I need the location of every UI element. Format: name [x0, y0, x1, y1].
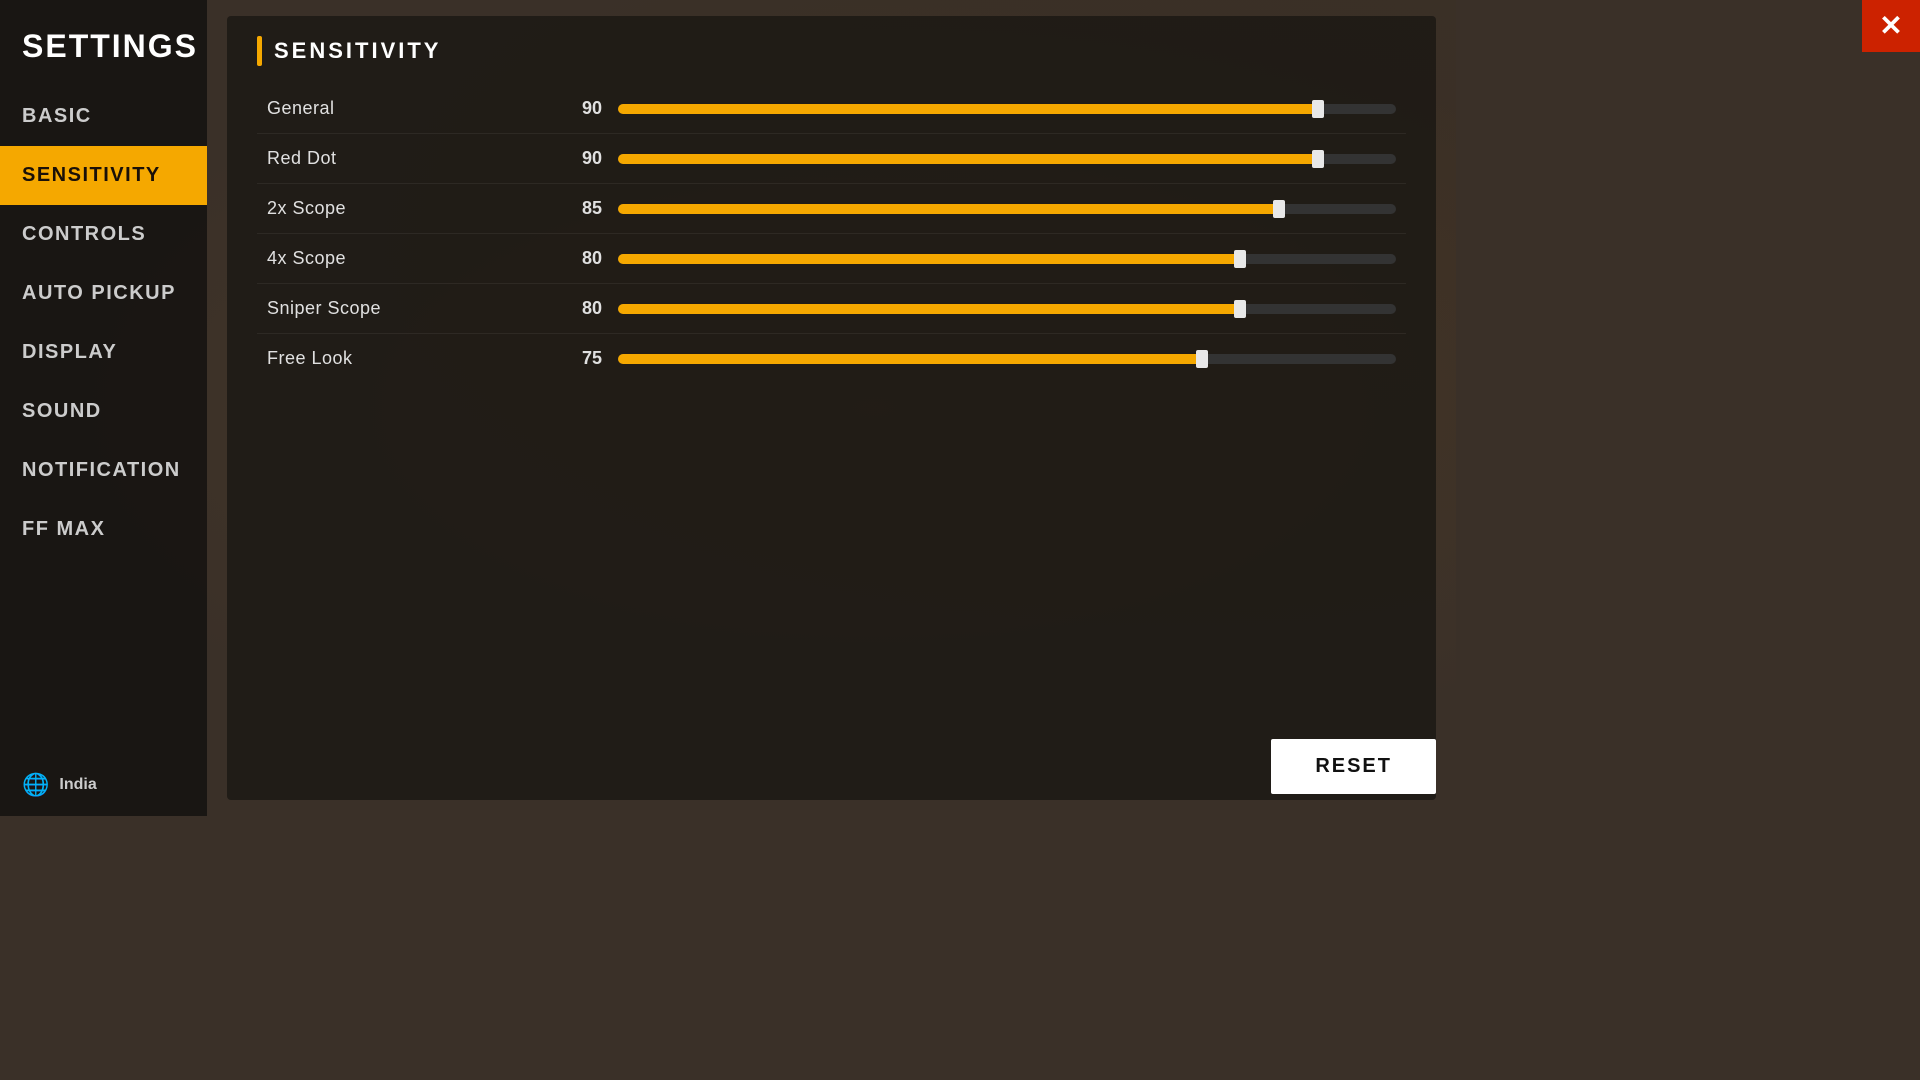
settings-title: SETTINGS: [0, 10, 207, 87]
slider-row: Red Dot 90: [257, 134, 1406, 184]
panel-header: SENSITIVITY: [257, 36, 1406, 66]
slider-track-0[interactable]: [618, 104, 1396, 114]
sidebar: SETTINGS BASICSENSITIVITYCONTROLSAUTO PI…: [0, 0, 207, 816]
sidebar-footer: 🌐 India: [0, 754, 207, 816]
slider-track-5[interactable]: [618, 354, 1396, 364]
sidebar-item-sensitivity[interactable]: SENSITIVITY: [0, 146, 207, 205]
slider-track-2[interactable]: [618, 204, 1396, 214]
sidebar-item-display[interactable]: DISPLAY: [0, 323, 207, 382]
slider-row: 4x Scope 80: [257, 234, 1406, 284]
sidebar-item-sound[interactable]: SOUND: [0, 382, 207, 441]
sidebar-item-notification[interactable]: NOTIFICATION: [0, 441, 207, 500]
sidebar-nav: BASICSENSITIVITYCONTROLSAUTO PICKUPDISPL…: [0, 87, 207, 754]
slider-fill-4: [618, 304, 1240, 314]
sidebar-item-basic[interactable]: BASIC: [0, 87, 207, 146]
app-container: SETTINGS BASICSENSITIVITYCONTROLSAUTO PI…: [0, 0, 1456, 816]
settings-panel: SENSITIVITY General 90 Red Dot 90 2x Sco…: [227, 16, 1436, 800]
slider-track-3[interactable]: [618, 254, 1396, 264]
slider-row: General 90: [257, 84, 1406, 134]
slider-value-1: 90: [547, 148, 602, 169]
slider-thumb-4[interactable]: [1234, 300, 1246, 318]
panel-title: SENSITIVITY: [274, 38, 441, 64]
slider-row: 2x Scope 85: [257, 184, 1406, 234]
slider-fill-3: [618, 254, 1240, 264]
slider-value-0: 90: [547, 98, 602, 119]
main-content: ✕ SENSITIVITY General 90 Red Dot 90 2x: [207, 0, 1456, 816]
slider-thumb-2[interactable]: [1273, 200, 1285, 218]
slider-row: Free Look 75: [257, 334, 1406, 383]
slider-value-3: 80: [547, 248, 602, 269]
slider-fill-1: [618, 154, 1318, 164]
close-icon: ✕: [1879, 12, 1902, 40]
slider-label-0: General: [267, 98, 547, 119]
slider-rows: General 90 Red Dot 90 2x Scope 85 4x Sco…: [257, 84, 1406, 383]
slider-fill-0: [618, 104, 1318, 114]
slider-label-3: 4x Scope: [267, 248, 547, 269]
slider-track-1[interactable]: [618, 154, 1396, 164]
sidebar-item-controls[interactable]: CONTROLS: [0, 205, 207, 264]
reset-button[interactable]: RESET: [1271, 739, 1436, 794]
slider-label-1: Red Dot: [267, 148, 547, 169]
slider-thumb-1[interactable]: [1312, 150, 1324, 168]
slider-thumb-3[interactable]: [1234, 250, 1246, 268]
panel-accent-bar: [257, 36, 262, 66]
close-button[interactable]: ✕: [1862, 0, 1920, 52]
slider-fill-5: [618, 354, 1202, 364]
slider-row: Sniper Scope 80: [257, 284, 1406, 334]
slider-value-5: 75: [547, 348, 602, 369]
sidebar-item-auto-pickup[interactable]: AUTO PICKUP: [0, 264, 207, 323]
slider-fill-2: [618, 204, 1279, 214]
slider-thumb-0[interactable]: [1312, 100, 1324, 118]
slider-track-4[interactable]: [618, 304, 1396, 314]
globe-icon: 🌐: [22, 772, 49, 798]
slider-thumb-5[interactable]: [1196, 350, 1208, 368]
sidebar-item-ff-max[interactable]: FF MAX: [0, 500, 207, 559]
slider-value-2: 85: [547, 198, 602, 219]
slider-value-4: 80: [547, 298, 602, 319]
slider-label-2: 2x Scope: [267, 198, 547, 219]
slider-label-5: Free Look: [267, 348, 547, 369]
slider-label-4: Sniper Scope: [267, 298, 547, 319]
region-label: India: [59, 776, 96, 794]
